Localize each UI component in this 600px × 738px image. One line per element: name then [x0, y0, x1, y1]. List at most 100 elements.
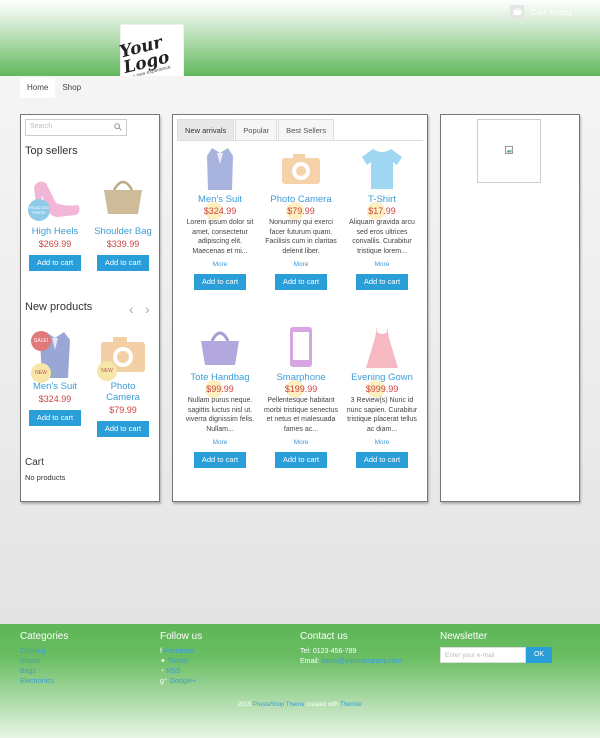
add-to-cart-button[interactable]: Add to cart [356, 274, 408, 290]
more-link[interactable]: More [345, 439, 419, 446]
credits-year: 2015 [237, 702, 252, 708]
add-to-cart-button[interactable]: Add to cart [97, 421, 149, 437]
googleplus-row[interactable]: g⁺ Google+ [160, 677, 202, 687]
product-image[interactable] [183, 145, 257, 193]
categories-title: Categories [20, 631, 69, 642]
cart-empty-text: No products [25, 473, 66, 482]
more-link[interactable]: More [183, 261, 257, 268]
add-to-cart-button[interactable]: Add to cart [97, 255, 149, 271]
newsletter-title: Newsletter [440, 631, 488, 642]
product-price: $99.99 [183, 380, 257, 398]
credits-text: created with [306, 702, 339, 708]
product-name-link[interactable]: High Heels [25, 226, 85, 237]
site-header: Your Logo a new experience Cart: empty [0, 0, 600, 87]
search-input[interactable]: Search [25, 119, 127, 136]
add-to-cart-button[interactable]: Add to cart [29, 410, 81, 426]
add-to-cart-button[interactable]: Add to cart [29, 255, 81, 271]
product-card: Tote Handbag $99.99 Nullam purus neque. … [183, 323, 257, 468]
left-sidebar: Search Top sellers REDUCED PRICE! High H… [20, 114, 160, 502]
product-price: $17.99 [345, 202, 419, 220]
header-cart[interactable]: Cart: empty [510, 5, 572, 19]
product-image[interactable] [345, 145, 419, 193]
new-badge: NEW [97, 361, 117, 381]
more-link[interactable]: More [183, 439, 257, 446]
twitter-icon: ✦ [160, 658, 166, 665]
product-image[interactable] [93, 175, 153, 220]
product-name-link[interactable]: Men's Suit [25, 381, 85, 392]
sale-badge: SALE! [31, 331, 51, 351]
rss-icon: ◔ [160, 668, 165, 675]
new-product-item: SALE! NEW Men's Suit $324.99 Add to cart [25, 327, 85, 426]
add-to-cart-button[interactable]: Add to cart [275, 452, 327, 468]
product-image[interactable] [183, 323, 257, 371]
product-price: $324.99 [38, 394, 72, 404]
site-footer: Categories Clothing Shoes Bags Electroni… [0, 624, 600, 738]
google-plus-icon: g⁺ [160, 678, 168, 685]
product-name-link[interactable]: Shoulder Bag [93, 226, 153, 237]
add-to-cart-button[interactable]: Add to cart [356, 452, 408, 468]
nav-shop[interactable]: Shop [55, 78, 88, 98]
tab-new-arrivals[interactable]: New arrivals [177, 119, 235, 140]
facebook-icon: f [160, 648, 162, 655]
product-price: $324.99 [183, 202, 257, 220]
email-link[interactable]: sales@yourcompany.com [321, 658, 401, 665]
product-price: $339.99 [106, 239, 140, 249]
tel-label: Tel: [300, 648, 311, 655]
chevron-right-icon[interactable]: › [145, 301, 150, 317]
product-card: Photo Camera $79.99 Nonummy qui exerci f… [264, 145, 338, 290]
product-tabs-panel: New arrivals Popular Best Sellers Men's … [172, 114, 428, 502]
tab-best-sellers[interactable]: Best Sellers [278, 119, 335, 140]
search-placeholder: Search [30, 123, 53, 130]
add-to-cart-button[interactable]: Add to cart [194, 274, 246, 290]
facebook-link[interactable]: Facebook [164, 648, 195, 655]
newsletter-email-input[interactable]: Enter your e-mail [440, 647, 526, 663]
footer-newsletter: Newsletter Enter your e-mail OK [440, 631, 552, 663]
footer-credits: 2015 PrestaShop Theme created with Theml… [0, 702, 600, 708]
facebook-row[interactable]: f Facebook [160, 647, 202, 657]
top-seller-item: Shoulder Bag $339.99 Add to cart [93, 175, 153, 271]
new-products-title: New products [25, 301, 93, 313]
rss-link[interactable]: RSS [166, 668, 180, 675]
nav-home[interactable]: Home [20, 78, 56, 98]
product-image[interactable]: NEW [93, 327, 153, 381]
product-image[interactable] [345, 323, 419, 371]
new-product-item: NEW Photo Camera $79.99 Add to cart [93, 327, 153, 437]
add-to-cart-button[interactable]: Add to cart [194, 452, 246, 468]
category-link-shoes[interactable]: Shoes [20, 657, 68, 667]
cart-title: Cart [25, 457, 44, 468]
product-image[interactable]: SALE! NEW [25, 327, 85, 383]
phone-number: 0123-456-789 [312, 648, 357, 655]
chevron-left-icon[interactable]: ‹ [129, 301, 134, 317]
add-to-cart-button[interactable]: Add to cart [275, 274, 327, 290]
main-navigation: Home Shop [20, 78, 88, 98]
prestashop-theme-link[interactable]: PrestaShop Theme [253, 702, 305, 708]
product-image[interactable] [264, 145, 338, 193]
googleplus-link[interactable]: Google+ [170, 678, 197, 685]
twitter-link[interactable]: Twitter [168, 658, 189, 665]
footer-follow: Follow us f Facebook ✦ Twitter ◔ RSS g⁺ … [160, 631, 202, 687]
more-link[interactable]: More [345, 261, 419, 268]
rss-row[interactable]: ◔ RSS [160, 667, 202, 677]
twitter-row[interactable]: ✦ Twitter [160, 657, 202, 667]
reduced-price-badge: REDUCED PRICE! [28, 199, 50, 221]
product-image[interactable]: REDUCED PRICE! [25, 175, 85, 221]
newsletter-submit-button[interactable]: OK [526, 647, 552, 663]
tab-popular[interactable]: Popular [235, 119, 278, 140]
product-tabs: New arrivals Popular Best Sellers [177, 119, 423, 141]
themler-link[interactable]: Themler [340, 702, 362, 708]
product-price: $999.99 [345, 380, 419, 398]
search-icon[interactable] [114, 123, 122, 133]
product-image[interactable] [264, 323, 338, 371]
product-card: T-Shirt $17.99 Aliquam gravida arcu sed … [345, 145, 419, 290]
more-link[interactable]: More [264, 261, 338, 268]
product-name-link[interactable]: Photo Camera [93, 381, 153, 403]
category-link-electronics[interactable]: Electronics [20, 677, 68, 687]
category-link-clothing[interactable]: Clothing [20, 647, 68, 657]
banner-image[interactable] [477, 119, 541, 183]
top-sellers-title: Top sellers [25, 145, 78, 157]
category-link-bags[interactable]: Bags [20, 667, 68, 677]
product-price: $79.99 [264, 202, 338, 220]
email-label: Email: [300, 658, 320, 665]
right-sidebar [440, 114, 580, 502]
more-link[interactable]: More [264, 439, 338, 446]
